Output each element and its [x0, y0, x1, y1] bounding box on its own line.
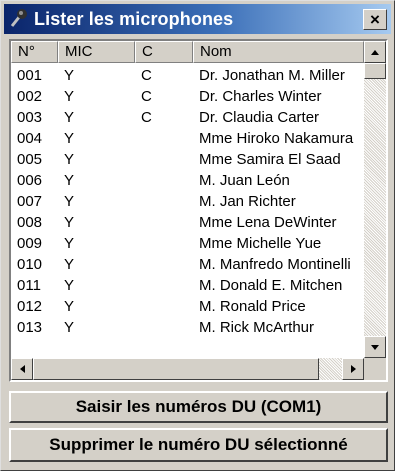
close-button[interactable]: × [363, 9, 387, 30]
column-header-num[interactable]: N° [11, 41, 58, 63]
cell-c: C [141, 88, 152, 105]
microphone-icon [10, 9, 27, 27]
list-rows: 001 Y C Dr. Jonathan M. Miller 002 Y C Dr. Char… [11, 63, 364, 358]
vertical-scrollbar[interactable] [364, 41, 386, 358]
table-row[interactable]: 012 Y M. Ronald Price [11, 297, 364, 317]
table-row[interactable]: 002 Y C Dr. Charles Winter [11, 87, 364, 107]
cell-mic: Y [64, 172, 75, 189]
table-row[interactable]: 010 Y M. Manfredo Montinelli [11, 255, 364, 275]
dialog-window: Lister les microphones × N° MIC C Nom 00… [0, 0, 395, 471]
cell-mic: Y [64, 235, 75, 252]
cell-nom: Dr. Jonathan M. Miller [199, 67, 345, 84]
cell-mic: Y [64, 88, 75, 105]
cell-nom: Mme Lena DeWinter [199, 214, 337, 231]
scroll-right-button[interactable] [342, 358, 364, 380]
cell-num: 011 [17, 277, 41, 294]
microphone-list[interactable]: N° MIC C Nom 001 Y C Dr. Jonathan M. Miller… [9, 39, 388, 382]
cell-num: 006 [17, 172, 43, 189]
cell-num: 013 [17, 319, 43, 336]
table-row[interactable]: 003 Y C Dr. Claudia Carter [11, 108, 364, 128]
horizontal-scroll-thumb[interactable] [33, 358, 319, 380]
cell-mic: Y [64, 277, 75, 294]
cell-mic: Y [64, 214, 75, 231]
table-row[interactable]: 011 Y M. Donald E. Mitchen [11, 276, 364, 296]
list-header: N° MIC C Nom [11, 41, 364, 63]
cell-mic: Y [64, 109, 75, 126]
close-icon: × [370, 10, 380, 29]
cell-nom: M. Jan Richter [199, 193, 296, 210]
cell-nom: Dr. Claudia Carter [199, 109, 320, 126]
cell-num: 002 [17, 88, 43, 105]
delete-du-number-button[interactable]: Supprimer le numéro DU sélectionné [9, 428, 388, 462]
vertical-scroll-thumb[interactable] [364, 63, 386, 79]
cell-mic: Y [64, 151, 75, 168]
cell-nom: M. Rick McArthur [199, 319, 315, 336]
cell-c: C [141, 67, 152, 84]
cell-mic: Y [64, 256, 75, 273]
cell-num: 007 [17, 193, 43, 210]
arrow-left-icon [20, 365, 25, 373]
cell-num: 009 [17, 235, 43, 252]
table-row[interactable]: 006 Y M. Juan León [11, 171, 364, 191]
table-row[interactable]: 001 Y C Dr. Jonathan M. Miller [11, 66, 364, 86]
arrow-up-icon [371, 50, 379, 55]
table-row[interactable]: 007 Y M. Jan Richter [11, 192, 364, 212]
column-header-nom[interactable]: Nom [193, 41, 364, 63]
cell-nom: M. Juan León [199, 172, 290, 189]
title-bar[interactable]: Lister les microphones × [4, 4, 391, 34]
column-header-c[interactable]: C [135, 41, 193, 63]
arrow-down-icon [371, 345, 379, 350]
table-row[interactable]: 004 Y Mme Hiroko Nakamura [11, 129, 364, 149]
cell-nom: Dr. Charles Winter [199, 88, 322, 105]
cell-mic: Y [64, 298, 75, 315]
cell-num: 003 [17, 109, 43, 126]
scroll-down-button[interactable] [364, 336, 386, 358]
cell-nom: Mme Michelle Yue [199, 235, 322, 252]
cell-num: 012 [17, 298, 43, 315]
column-header-mic[interactable]: MIC [58, 41, 135, 63]
capture-du-numbers-button[interactable]: Saisir les numéros DU (COM1) [9, 391, 388, 423]
cell-c: C [141, 109, 152, 126]
cell-num: 004 [17, 130, 43, 147]
horizontal-scrollbar[interactable] [11, 358, 364, 380]
arrow-right-icon [351, 365, 356, 373]
scroll-up-button[interactable] [364, 41, 386, 63]
cell-nom: M. Donald E. Mitchen [199, 277, 343, 294]
cell-num: 005 [17, 151, 43, 168]
table-row[interactable]: 009 Y Mme Michelle Yue [11, 234, 364, 254]
window-title: Lister les microphones [34, 9, 234, 29]
table-row[interactable]: 008 Y Mme Lena DeWinter [11, 213, 364, 233]
scroll-left-button[interactable] [11, 358, 33, 380]
cell-nom: M. Ronald Price [199, 298, 306, 315]
cell-nom: M. Manfredo Montinelli [199, 256, 351, 273]
table-row[interactable]: 005 Y Mme Samira El Saad [11, 150, 364, 170]
cell-mic: Y [64, 319, 75, 336]
cell-mic: Y [64, 130, 75, 147]
cell-mic: Y [64, 193, 75, 210]
cell-num: 001 [17, 67, 43, 84]
cell-nom: Mme Samira El Saad [199, 151, 341, 168]
cell-nom: Mme Hiroko Nakamura [199, 130, 354, 147]
scrollbar-corner [364, 358, 386, 380]
cell-num: 008 [17, 214, 43, 231]
cell-mic: Y [64, 67, 75, 84]
table-row[interactable]: 013 Y M. Rick McArthur [11, 318, 364, 338]
cell-num: 010 [17, 256, 43, 273]
